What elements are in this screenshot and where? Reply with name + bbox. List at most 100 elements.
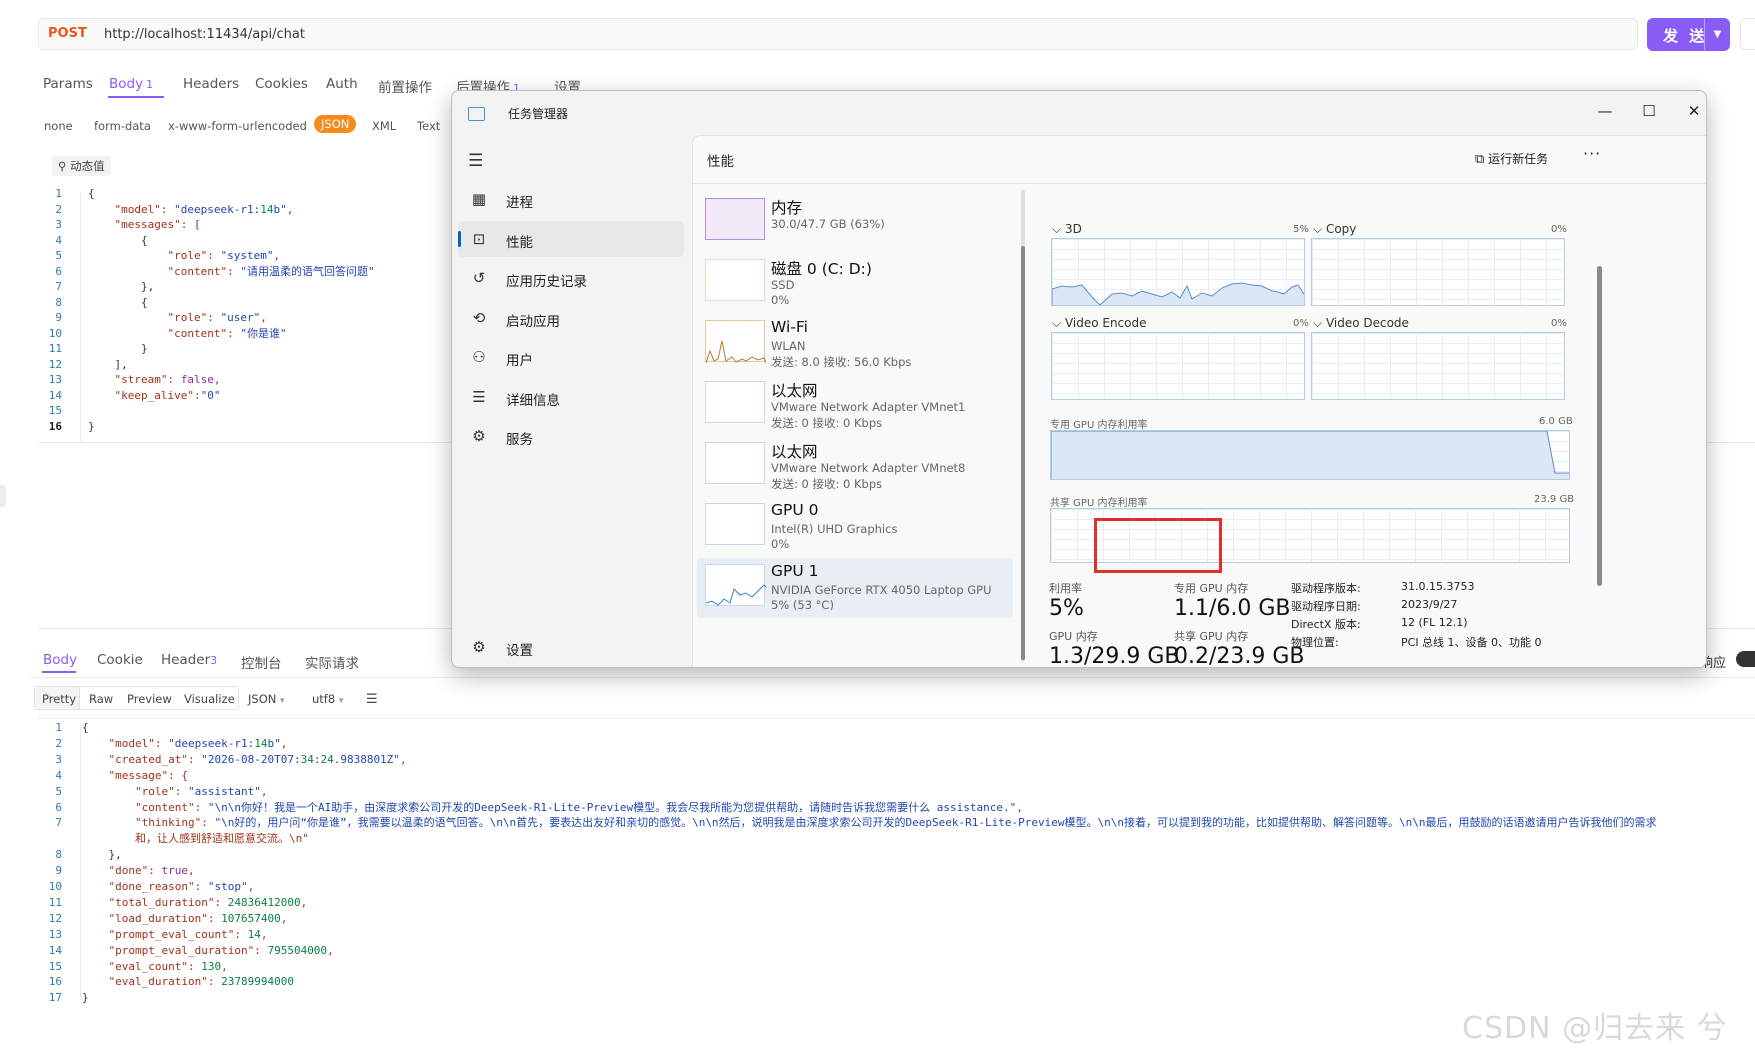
dynamic-value-button[interactable]: ⚲ 动态值 bbox=[52, 156, 111, 176]
chevron-down-icon[interactable]: ▼ bbox=[1704, 18, 1730, 51]
code-line[interactable]: } bbox=[88, 419, 95, 435]
device-list[interactable]: 内存 30.0/47.7 GB (63%) 磁盘 0 (C: D:) SSD 0% Wi-… bbox=[693, 184, 1029, 667]
http-method[interactable]: POST bbox=[48, 26, 87, 44]
code-line[interactable]: "stream": false, bbox=[88, 372, 221, 388]
nav-item[interactable]: ⚙ 服务 bbox=[458, 418, 684, 454]
device-item[interactable]: Wi-Fi WLAN 发送: 8.0 接收: 56.0 Kbps bbox=[697, 314, 1013, 374]
detail-value: 31.0.15.3753 bbox=[1401, 580, 1475, 593]
code-line[interactable]: "role": "user", bbox=[88, 310, 266, 326]
tab-cookies[interactable]: Cookies bbox=[255, 76, 308, 92]
code-line[interactable]: { bbox=[88, 186, 95, 202]
line-number: 3 bbox=[55, 218, 62, 231]
task-manager-window[interactable]: 任务管理器 — ☐ ✕ ☰ ▦ 进程 ⊡ 性能 ↺ 应用历史记录 ⟲ 启动应用 ⚇ 用户 ☰ 详细信息… bbox=[451, 90, 1707, 668]
code-line[interactable]: ], bbox=[88, 357, 127, 373]
highlight-box bbox=[1094, 518, 1222, 573]
device-item[interactable]: 以太网 VMware Network Adapter VMnet8 发送: 0 接收… bbox=[697, 436, 1013, 496]
device-name: 以太网 bbox=[771, 382, 818, 400]
format-select[interactable]: JSON ▾ bbox=[248, 692, 285, 706]
send-button[interactable]: 发 送 ▼ bbox=[1647, 18, 1730, 51]
tab-params[interactable]: Params bbox=[43, 76, 93, 92]
view-pretty[interactable]: Pretty bbox=[42, 692, 76, 706]
tab-headers[interactable]: Headers bbox=[183, 76, 239, 92]
active-tab-underline bbox=[42, 671, 76, 673]
device-item[interactable]: 以太网 VMware Network Adapter VMnet1 发送: 0 接收… bbox=[697, 375, 1013, 435]
ctype-form-data[interactable]: form-data bbox=[94, 119, 151, 133]
device-status: 0% bbox=[771, 537, 790, 551]
url-input[interactable]: http://localhost:11434/api/chat bbox=[104, 27, 305, 42]
util-label: 利用率 bbox=[1049, 582, 1082, 595]
encoding-select[interactable]: utf8 ▾ bbox=[312, 692, 343, 706]
code-line[interactable]: "messages": [ bbox=[88, 217, 201, 233]
nav-item[interactable]: ⊡ 性能 bbox=[458, 220, 684, 257]
nav-item[interactable]: ⟲ 启动应用 bbox=[458, 300, 684, 336]
device-subtitle: WLAN bbox=[771, 339, 806, 353]
resp-tab-header[interactable]: Header3 bbox=[161, 652, 217, 668]
divider bbox=[38, 718, 1755, 719]
detail-key: DirectX 版本: bbox=[1291, 618, 1361, 631]
wrap-lines-icon[interactable]: ☰ bbox=[366, 692, 378, 707]
side-button[interactable] bbox=[1740, 18, 1755, 50]
nav-item-label: 启动应用 bbox=[506, 313, 560, 330]
device-item[interactable]: GPU 0 Intel(R) UHD Graphics 0% bbox=[697, 497, 1013, 557]
code-line[interactable]: "content": "请用温柔的语气回答问题" bbox=[88, 264, 374, 280]
nav-item-label: 进程 bbox=[506, 195, 533, 211]
nav-item[interactable]: ⚇ 用户 bbox=[458, 339, 684, 375]
engine-label-video-decode[interactable]: ⌵ Video Decode bbox=[1313, 316, 1409, 331]
engine-label-video-encode[interactable]: ⌵ Video Encode bbox=[1052, 316, 1147, 331]
close-icon[interactable]: ✕ bbox=[1674, 97, 1706, 125]
resp-tab-console[interactable]: 控制台 bbox=[241, 652, 282, 672]
code-line: "prompt_eval_count": 14, bbox=[108, 927, 268, 941]
line-number: 9 bbox=[55, 864, 62, 878]
code-line[interactable]: "content": "你是谁" bbox=[88, 326, 286, 342]
resp-tab-cookie[interactable]: Cookie bbox=[97, 652, 143, 668]
device-list-scrollbar[interactable] bbox=[1021, 246, 1025, 660]
code-line[interactable]: "role": "system", bbox=[88, 248, 280, 264]
ctype-xml[interactable]: XML bbox=[372, 119, 396, 133]
nav-item[interactable]: ↺ 应用历史记录 bbox=[458, 260, 684, 296]
code-line[interactable]: { bbox=[88, 295, 148, 311]
grid-icon: ▦ bbox=[471, 190, 487, 208]
nav-item-label: 用户 bbox=[506, 353, 533, 369]
engine-graph-copy bbox=[1311, 238, 1565, 306]
line-number: 2 bbox=[55, 202, 62, 216]
nav-settings[interactable]: ⚙ 设置 bbox=[458, 629, 684, 665]
code-line[interactable]: { bbox=[88, 233, 148, 249]
nav-item[interactable]: ▦ 进程 bbox=[458, 181, 684, 217]
device-item[interactable]: 磁盘 0 (C: D:) SSD 0% bbox=[697, 253, 1013, 313]
minimize-icon[interactable]: — bbox=[1585, 97, 1625, 125]
hamburger-menu-icon[interactable]: ☰ bbox=[468, 151, 483, 171]
tab-body[interactable]: Body 1 bbox=[109, 76, 153, 92]
ctype-none[interactable]: none bbox=[44, 119, 73, 133]
tab-pre-ops[interactable]: 前置操作 bbox=[378, 76, 432, 96]
view-raw[interactable]: Raw bbox=[89, 692, 113, 706]
line-number: 6 bbox=[55, 264, 62, 278]
tab-auth[interactable]: Auth bbox=[326, 76, 358, 92]
ctype-urlencoded[interactable]: x-www-form-urlencoded bbox=[168, 119, 307, 133]
nav-item[interactable]: ☰ 详细信息 bbox=[458, 379, 684, 415]
detail-key: 驱动程序版本: bbox=[1291, 582, 1361, 595]
tab-badge: 1 bbox=[146, 78, 154, 91]
dedicated-mem-graph-max: 6.0 GB bbox=[1539, 416, 1573, 427]
title-bar[interactable]: 任务管理器 — ☐ ✕ bbox=[452, 91, 1706, 135]
resp-tab-actual-request[interactable]: 实际请求 bbox=[305, 652, 359, 672]
code-line[interactable]: } bbox=[88, 341, 148, 357]
engine-label-3d[interactable]: ⌵ 3D bbox=[1052, 222, 1082, 237]
run-new-task-button[interactable]: ⧉ 运行新任务 bbox=[1475, 150, 1548, 167]
device-item[interactable]: GPU 1 NVIDIA GeForce RTX 4050 Laptop GPU 5… bbox=[697, 558, 1013, 618]
details-scrollbar[interactable] bbox=[1597, 266, 1602, 586]
view-preview[interactable]: Preview bbox=[127, 692, 172, 706]
ctype-text[interactable]: Text bbox=[417, 119, 440, 133]
code-line[interactable]: "keep_alive":"0" bbox=[88, 388, 221, 404]
code-line[interactable]: }, bbox=[88, 279, 154, 295]
code-line[interactable]: "model": "deepseek-r1:14b", bbox=[88, 202, 294, 218]
resp-tab-body[interactable]: Body bbox=[43, 652, 77, 668]
ctype-json[interactable]: JSON bbox=[314, 115, 357, 133]
engine-label-copy[interactable]: ⌵ Copy bbox=[1313, 222, 1356, 237]
line-number: 12 bbox=[48, 357, 62, 371]
more-options-icon[interactable]: ··· bbox=[1583, 144, 1601, 163]
toggle-switch[interactable] bbox=[1736, 651, 1755, 667]
device-item[interactable]: 内存 30.0/47.7 GB (63%) bbox=[697, 192, 1013, 252]
line-number: 10 bbox=[48, 880, 62, 893]
maximize-icon[interactable]: ☐ bbox=[1629, 97, 1669, 125]
view-visualize[interactable]: Visualize bbox=[184, 692, 235, 706]
